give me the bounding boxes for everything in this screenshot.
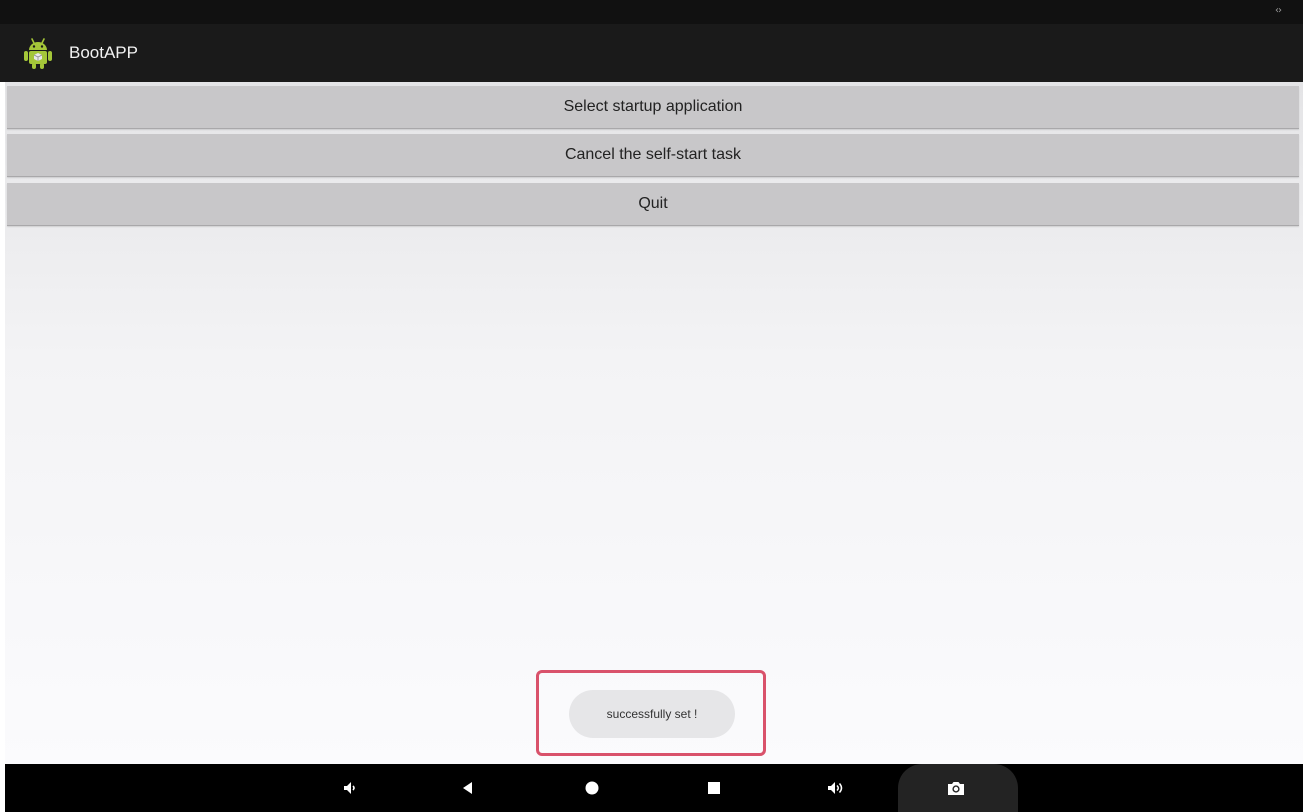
recents-icon[interactable] [699,774,729,802]
screenshot-icon[interactable] [941,774,971,802]
android-app-icon [24,38,52,69]
navigation-bar [5,764,1303,812]
select-startup-application-button[interactable]: Select startup application [7,86,1299,129]
home-icon[interactable] [577,774,607,802]
toast-message: successfully set ! [569,690,735,738]
quit-button[interactable]: Quit [7,183,1299,226]
volume-up-icon[interactable] [821,774,851,802]
app-title: BootAPP [69,43,138,62]
status-bar: ‹› [0,0,1303,24]
volume-down-icon[interactable] [335,774,365,802]
back-icon[interactable] [453,774,483,802]
main-content: Select startup application Cancel the se… [5,82,1303,764]
status-indicator-icon: ‹› [1275,5,1282,16]
cancel-self-start-task-button[interactable]: Cancel the self-start task [7,134,1299,177]
action-bar: BootAPP [0,24,1303,82]
